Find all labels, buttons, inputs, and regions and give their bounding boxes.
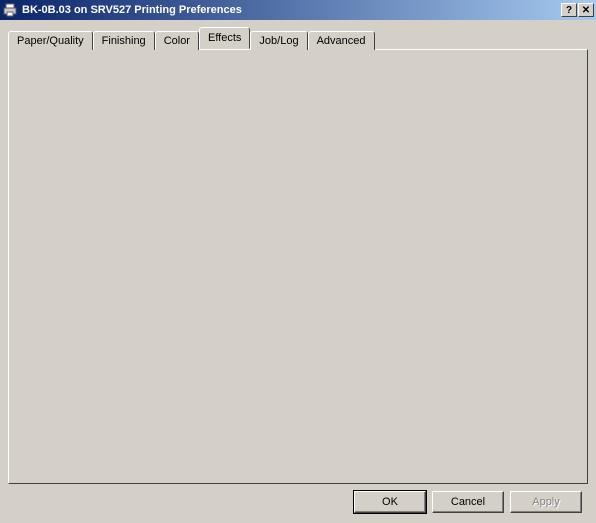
- contexthelp-button[interactable]: ?: [561, 3, 577, 17]
- apply-button[interactable]: Apply: [510, 491, 582, 513]
- tab-advanced[interactable]: Advanced: [308, 31, 375, 50]
- close-button[interactable]: ✕: [578, 3, 594, 17]
- window-title: BK-0B.03 on SRV527 Printing Preferences: [22, 4, 561, 16]
- ok-button[interactable]: OK: [354, 491, 426, 513]
- printer-icon: [2, 2, 18, 18]
- dialog-footer: OK Cancel Apply: [354, 491, 582, 513]
- tab-job-log[interactable]: Job/Log: [250, 31, 307, 50]
- tab-finishing[interactable]: Finishing: [93, 31, 155, 50]
- tab-panel-effects: [8, 49, 588, 484]
- cancel-button[interactable]: Cancel: [432, 491, 504, 513]
- dialog-body: Paper/Quality Finishing Color Effects Jo…: [0, 20, 596, 523]
- tabstrip: Paper/Quality Finishing Color Effects Jo…: [8, 28, 588, 49]
- tab-effects[interactable]: Effects: [199, 27, 250, 49]
- tab-color[interactable]: Color: [155, 31, 199, 50]
- titlebar: BK-0B.03 on SRV527 Printing Preferences …: [0, 0, 596, 20]
- tab-paper-quality[interactable]: Paper/Quality: [8, 31, 93, 50]
